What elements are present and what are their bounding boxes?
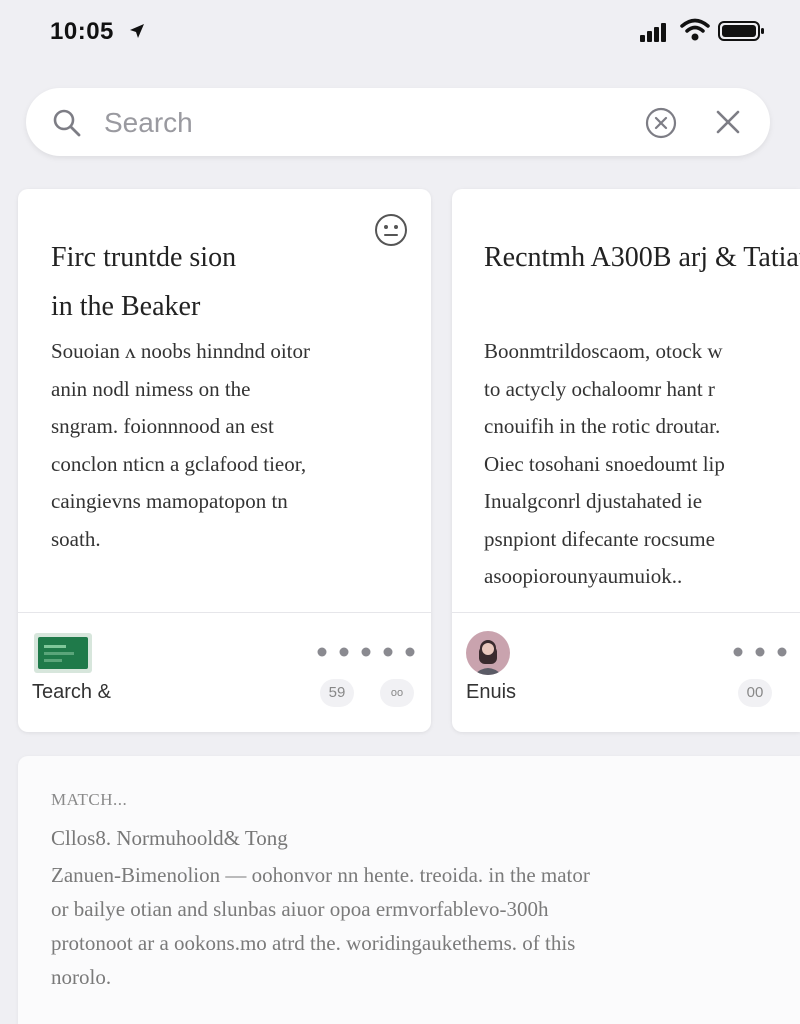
article-thumbnail-icon — [34, 631, 92, 680]
close-icon[interactable] — [714, 108, 742, 141]
search-icon — [52, 108, 82, 143]
card-title[interactable]: Cllos8. Normuhoold& Tong — [51, 826, 288, 851]
source-label[interactable]: Tearch & — [32, 681, 111, 704]
card-title[interactable]: Recntmh A300B arj & Tatiater Dong — [484, 233, 800, 282]
count-badge[interactable]: 59 — [320, 679, 354, 707]
count-badge[interactable]: oo — [380, 679, 414, 707]
search-bar[interactable] — [26, 88, 770, 156]
card-footer: Enuis 00 — [452, 613, 800, 732]
clear-icon[interactable] — [644, 106, 678, 145]
wifi-icon — [680, 18, 710, 47]
card-title[interactable]: Firc truntde sion in the Beaker — [51, 233, 401, 331]
dots-icon[interactable] — [732, 645, 800, 663]
count-badge[interactable]: 00 — [738, 679, 772, 707]
cellular-signal-icon — [640, 22, 668, 47]
status-time: 10:05 — [50, 18, 114, 45]
location-arrow-icon — [128, 22, 146, 45]
bottom-article-card[interactable]: MATCH... Cllos8. Normuhoold& Tong Zanuen… — [18, 756, 800, 1024]
battery-icon — [718, 20, 766, 47]
card-body: Zanuen-Bimenolion — oohonvor nn hente. t… — [51, 863, 590, 989]
card-footer: Tearch & 59 oo — [18, 613, 431, 732]
author-name[interactable]: Enuis — [466, 681, 516, 704]
card-kicker: MATCH... — [51, 790, 128, 809]
card-body: Souoian ʌ noobs hinndnd oitor anin nodl … — [51, 339, 311, 551]
article-card[interactable]: Firc truntde sion in the Beaker Souoian … — [18, 189, 431, 732]
search-input[interactable] — [102, 102, 626, 144]
article-card[interactable]: Recntmh A300B arj & Tatiater Dong Boonmt… — [452, 189, 800, 732]
status-bar: 10:05 — [0, 0, 800, 64]
dots-icon[interactable] — [316, 645, 416, 663]
card-body: Boonmtrildoscaom, otock w to actycly och… — [484, 339, 725, 588]
author-avatar[interactable] — [466, 631, 510, 675]
